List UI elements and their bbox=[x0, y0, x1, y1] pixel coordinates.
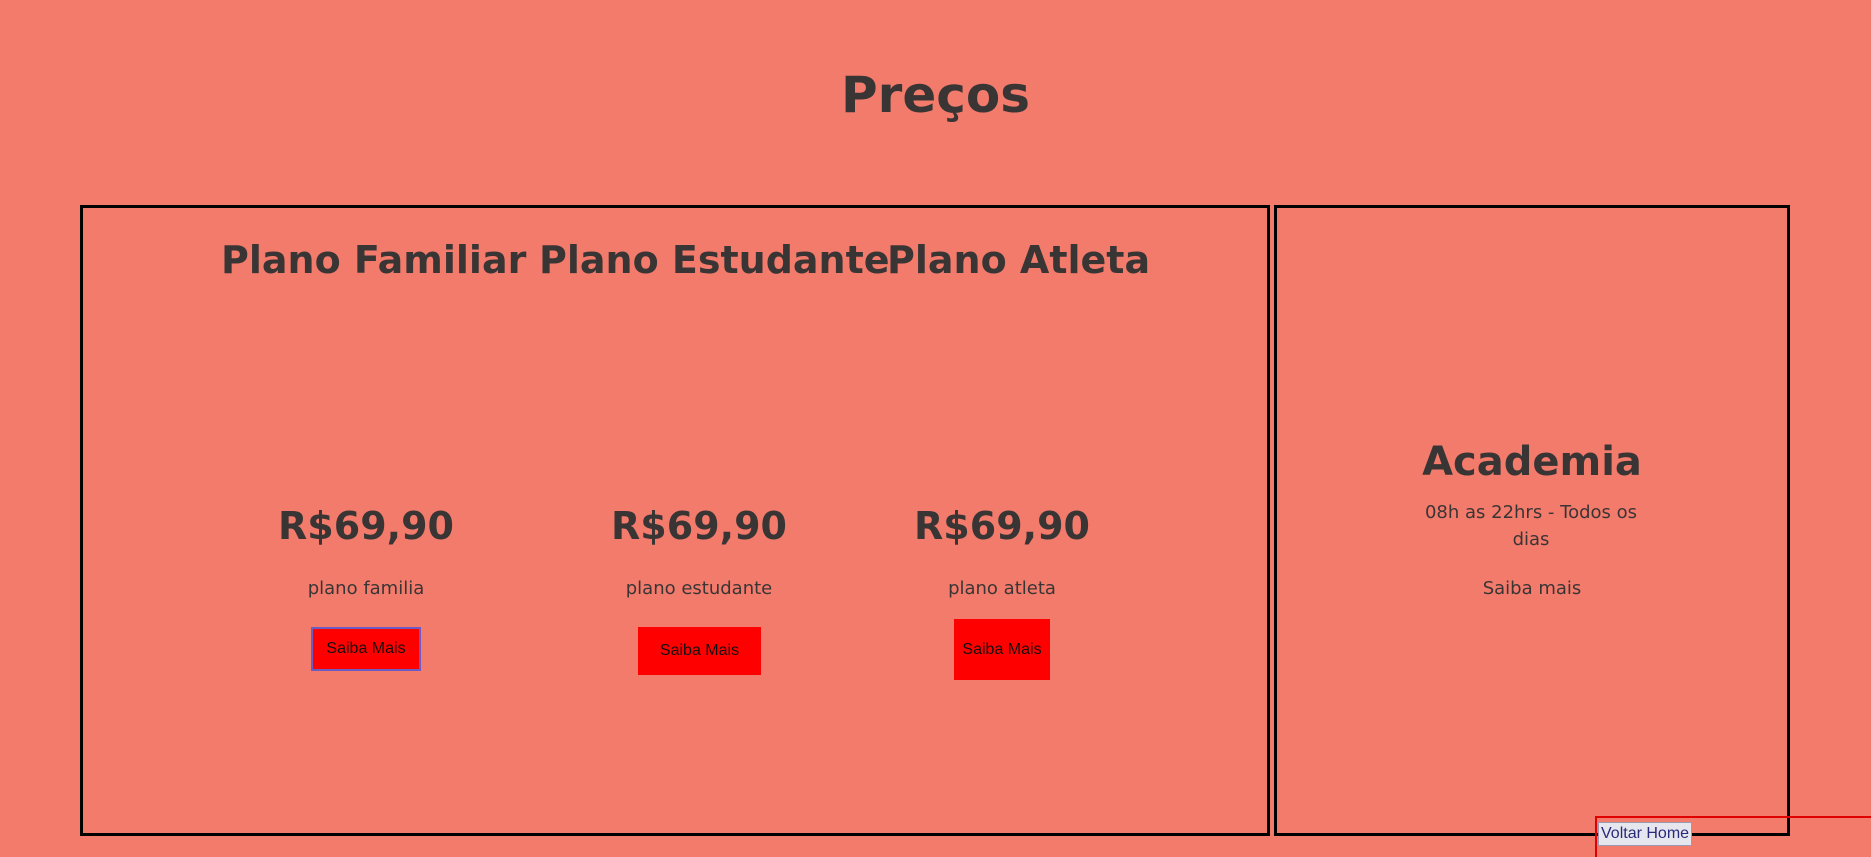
plans-panel: Plano Familiar R$69,90 plano familia Sai… bbox=[80, 205, 1270, 836]
plan-card-familiar: Plano Familiar R$69,90 plano familia Sai… bbox=[221, 208, 527, 833]
saiba-mais-button-atleta[interactable]: Saiba Mais bbox=[954, 619, 1050, 680]
page-title: Preços bbox=[841, 66, 1030, 124]
plan-description: plano atleta bbox=[948, 578, 1056, 599]
plan-price: R$69,90 bbox=[278, 504, 454, 548]
academia-title: Academia bbox=[1422, 439, 1642, 485]
plan-price: R$69,90 bbox=[611, 504, 787, 548]
academia-hours: 08h as 22hrs - Todos os dias bbox=[1424, 502, 1638, 550]
plan-title: Plano Estudante bbox=[539, 238, 890, 282]
plan-title: Plano Familiar bbox=[221, 238, 527, 282]
plan-title: Plano Atleta bbox=[887, 238, 1151, 282]
plan-card-atleta: Plano Atleta R$69,90 plano atleta Saiba … bbox=[887, 208, 1151, 833]
academia-saiba-mais-link[interactable]: Saiba mais bbox=[1277, 576, 1787, 602]
plan-description: plano estudante bbox=[625, 578, 773, 599]
plan-card-estudante: Plano Estudante R$69,90 plano estudante … bbox=[539, 208, 890, 833]
plan-description: plano familia bbox=[307, 578, 425, 599]
saiba-mais-button-familiar[interactable]: Saiba Mais bbox=[311, 627, 421, 671]
academia-panel: Academia 08h as 22hrs - Todos os dias Sa… bbox=[1274, 205, 1790, 836]
plan-price: R$69,90 bbox=[914, 504, 1090, 548]
saiba-mais-button-estudante[interactable]: Saiba Mais bbox=[638, 627, 761, 675]
voltar-home-link[interactable]: Voltar Home bbox=[1598, 822, 1693, 846]
